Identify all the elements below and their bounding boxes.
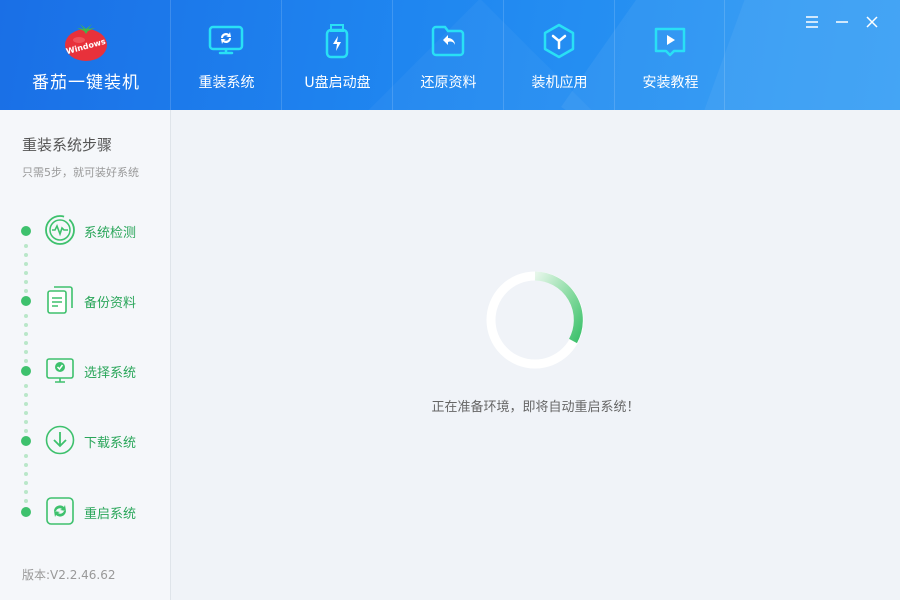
brand: Windows 番茄一键装机	[0, 0, 170, 110]
nav-label: 重装系统	[198, 75, 255, 91]
nav-install-tutorial[interactable]: 安装教程	[614, 0, 725, 110]
apps-hexagon-icon	[543, 23, 575, 59]
status-message: 正在准备环境，即将自动重启系统！	[431, 400, 640, 415]
top-nav: 重装系统 U盘启动盘 还原资料 装机应用 安装教程	[170, 0, 725, 110]
backup-docs-icon	[47, 286, 73, 314]
step-label: 重启系统	[84, 507, 137, 522]
step-dot	[21, 366, 31, 376]
restart-icon	[46, 497, 74, 525]
nav-label: U盘启动盘	[304, 75, 371, 91]
step-restart-system: 重启系统	[0, 493, 171, 529]
main-panel: 正在准备环境，即将自动重启系统！	[171, 110, 900, 600]
step-label: 选择系统	[84, 366, 137, 381]
close-icon[interactable]	[864, 14, 880, 30]
version-label: 版本:V2.2.46.62	[22, 568, 116, 582]
step-label: 下载系统	[84, 436, 137, 451]
nav-reinstall-system[interactable]: 重装系统	[170, 0, 281, 110]
video-tutorial-icon	[654, 27, 686, 57]
step-backup-data: 备份资料	[0, 282, 171, 318]
step-dot	[21, 436, 31, 446]
step-system-check: 系统检测	[0, 212, 171, 248]
loading-spinner	[486, 271, 584, 369]
download-icon	[45, 425, 75, 455]
select-system-icon	[46, 358, 74, 383]
step-select-system: 选择系统	[0, 352, 171, 388]
nav-label: 装机应用	[531, 75, 588, 91]
step-dot	[21, 226, 31, 236]
nav-label: 安装教程	[642, 75, 699, 91]
app-name: 番茄一键装机	[32, 73, 140, 93]
steps-sidebar: 重装系统步骤 只需5步，就可装好系统 系统检测 备份资料 选择系统 下载系统 重…	[0, 110, 171, 600]
nav-label: 还原资料	[420, 75, 477, 91]
step-dot	[21, 296, 31, 306]
tomato-logo-icon: Windows	[65, 24, 107, 61]
title-bar: Windows 番茄一键装机 重装系统 U盘启动盘 还原资料 装机应用 安装教程	[0, 0, 900, 110]
nav-install-apps[interactable]: 装机应用	[503, 0, 614, 110]
minimize-icon[interactable]	[834, 14, 850, 30]
usb-drive-icon	[325, 24, 349, 59]
folder-restore-icon	[431, 25, 465, 57]
step-list: 系统检测 备份资料 选择系统 下载系统 重启系统	[0, 110, 171, 600]
monitor-refresh-icon	[208, 25, 244, 55]
menu-icon[interactable]	[804, 14, 820, 30]
nav-restore-data[interactable]: 还原资料	[392, 0, 503, 110]
step-label: 系统检测	[84, 226, 137, 241]
step-download-system: 下载系统	[0, 422, 171, 458]
system-check-icon	[45, 215, 75, 245]
step-dot	[21, 507, 31, 517]
nav-usb-boot[interactable]: U盘启动盘	[281, 0, 392, 110]
step-label: 备份资料	[84, 296, 137, 311]
